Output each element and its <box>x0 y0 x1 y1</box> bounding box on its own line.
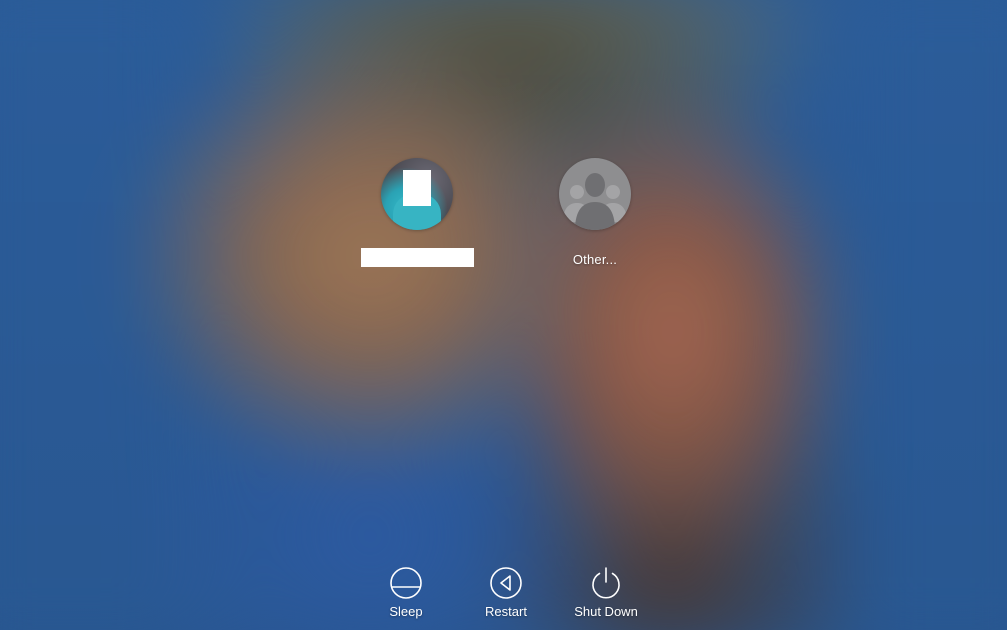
login-screen: Other... Sleep Restart Shut Down <box>0 0 1007 630</box>
wallpaper-overlay <box>0 0 1007 630</box>
other-user-label: Other... <box>572 252 618 267</box>
power-icon <box>592 567 620 599</box>
restart-button[interactable]: Restart <box>456 566 556 619</box>
user-avatar[interactable] <box>381 158 453 230</box>
redacted-face <box>403 170 431 206</box>
other-users-avatar[interactable] <box>559 158 631 230</box>
sleep-icon <box>390 567 422 599</box>
sleep-button[interactable]: Sleep <box>356 566 456 619</box>
other-user-tile[interactable]: Other... <box>520 158 670 267</box>
shut-down-label: Shut Down <box>574 604 638 619</box>
user-name-redacted <box>360 248 474 267</box>
restart-label: Restart <box>485 604 527 619</box>
power-controls: Sleep Restart Shut Down <box>0 566 1007 630</box>
generic-users-icon <box>563 173 627 230</box>
sleep-label: Sleep <box>389 604 423 619</box>
user-tile[interactable] <box>342 158 492 267</box>
shut-down-button[interactable]: Shut Down <box>556 566 656 619</box>
restart-icon <box>490 567 522 599</box>
